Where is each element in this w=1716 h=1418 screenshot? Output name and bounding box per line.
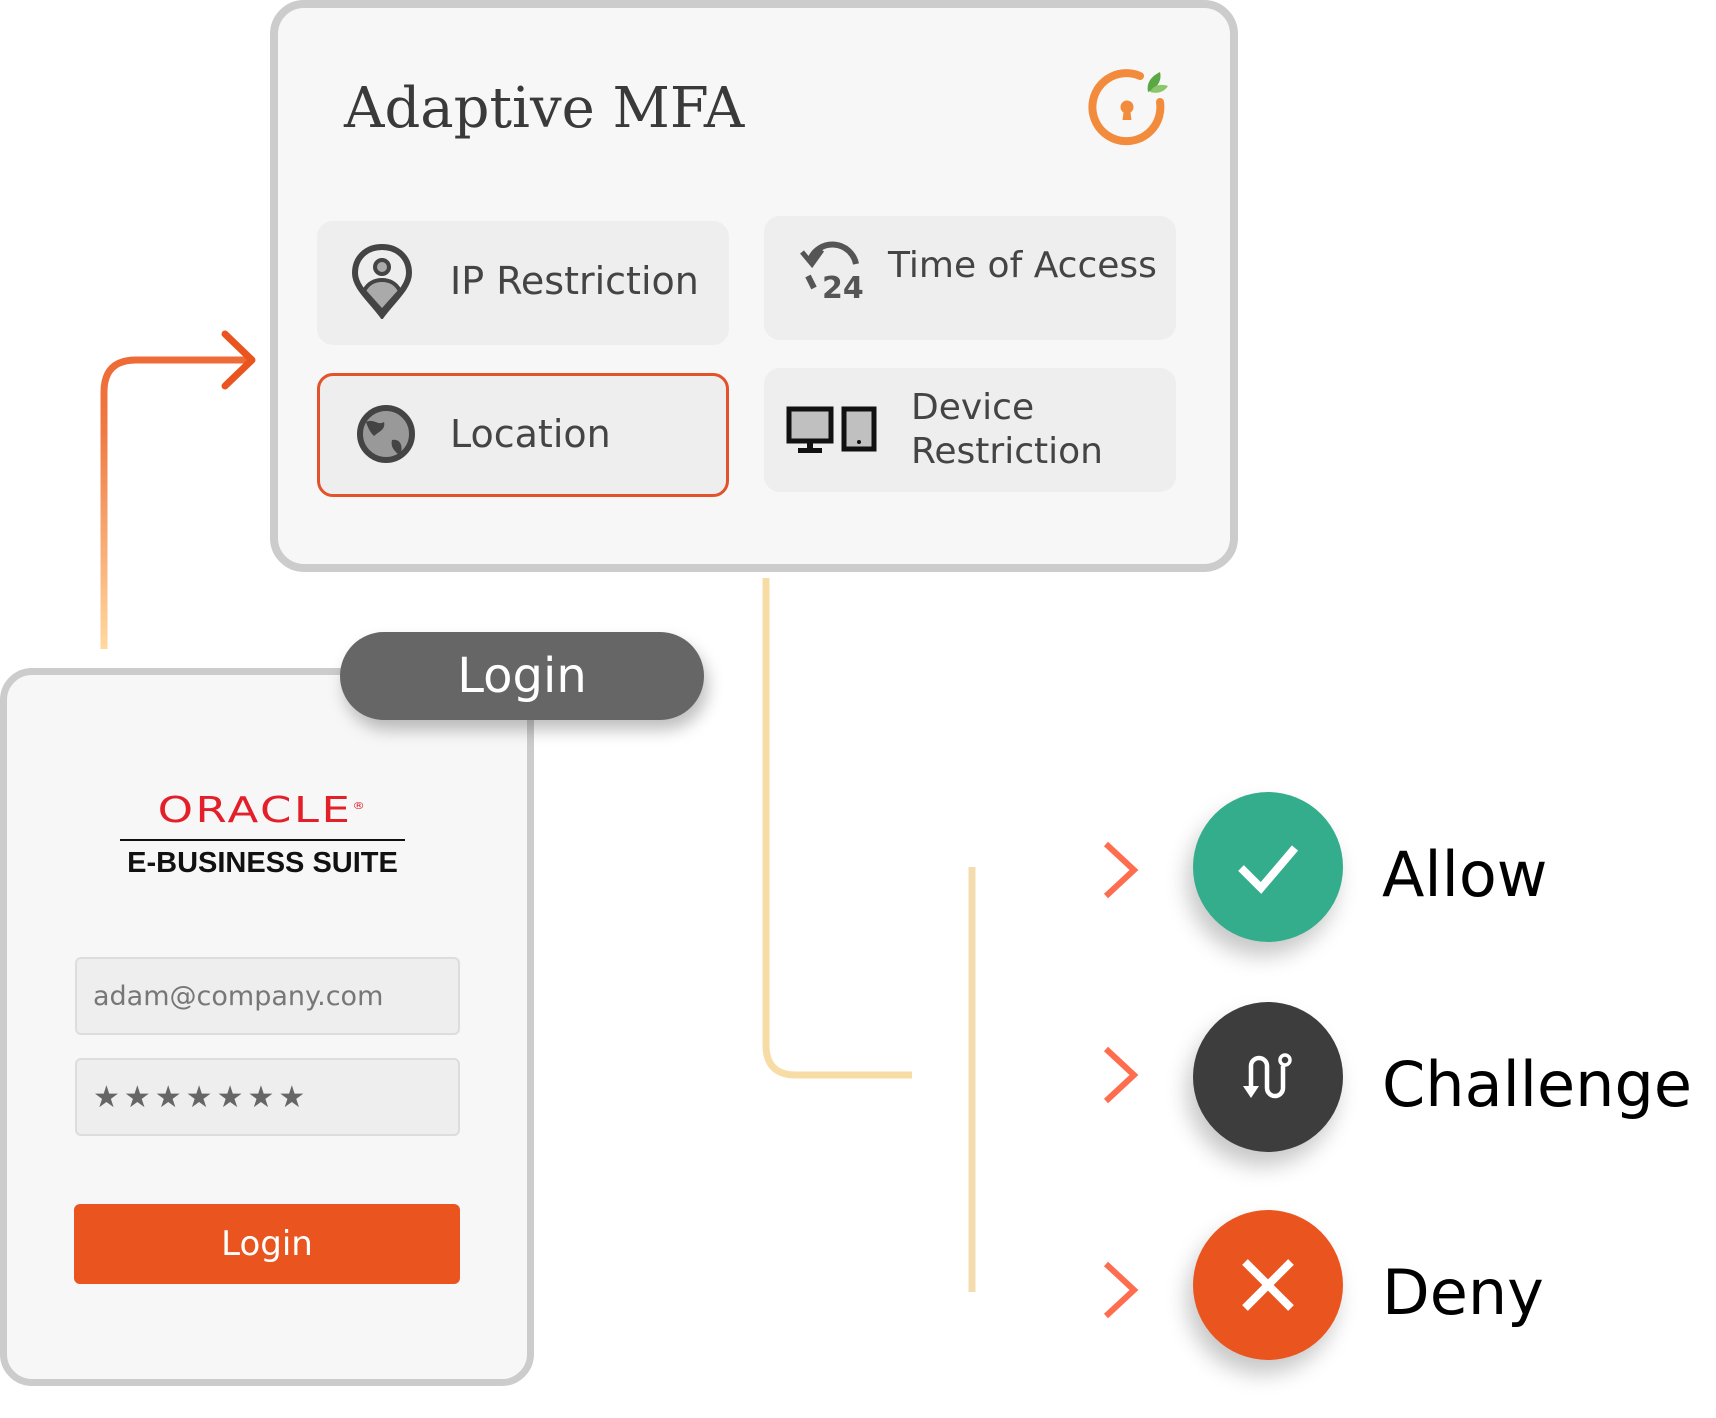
svg-text:24: 24: [822, 271, 864, 300]
deny-badge: [1193, 1210, 1343, 1360]
deny-label: Deny: [1382, 1256, 1544, 1329]
factor-label: Device Restriction: [911, 387, 1103, 472]
x-icon: [1242, 1259, 1294, 1311]
globe-icon: [357, 405, 415, 463]
challenge-badge: [1193, 1002, 1343, 1152]
login-to-mfa-connector: [100, 356, 250, 649]
login-step-badge: Login: [340, 632, 704, 720]
mfa-title: Adaptive MFA: [344, 76, 745, 141]
factor-label: Time of Access: [888, 245, 1157, 286]
factor-device-restriction[interactable]: Device Restriction: [764, 368, 1176, 492]
allow-arrowhead: [1103, 841, 1139, 899]
oracle-ebs-logo: ORACLE® E-BUSINESS SUITE: [120, 789, 405, 879]
adaptive-mfa-card: Adaptive MFA IP Restriction 24 Time of A…: [270, 0, 1238, 572]
oracle-login-card: ORACLE® E-BUSINESS SUITE adam@company.co…: [0, 668, 534, 1386]
deny-arrowhead: [1103, 1261, 1139, 1319]
login-button[interactable]: Login: [74, 1204, 460, 1284]
factor-time-of-access[interactable]: 24 Time of Access: [764, 216, 1176, 340]
login-to-mfa-arrowhead: [221, 330, 256, 390]
clock-24h-icon: 24: [800, 241, 864, 300]
logo-divider: [120, 839, 405, 841]
password-mask: ★★★★★★★: [93, 1079, 310, 1115]
factor-label: IP Restriction: [450, 259, 699, 303]
challenge-label: Challenge: [1382, 1048, 1692, 1121]
route-challenge-icon: [1243, 1053, 1292, 1099]
oracle-brand: ORACLE®: [157, 790, 368, 831]
mfa-to-decision-connector: [762, 578, 912, 1079]
password-input[interactable]: ★★★★★★★: [75, 1058, 460, 1136]
challenge-arrowhead: [1103, 1046, 1139, 1104]
product-name: E-BUSINESS SUITE: [127, 847, 398, 879]
factor-ip-restriction[interactable]: IP Restriction: [317, 221, 729, 345]
email-value: adam@company.com: [93, 980, 384, 1012]
devices-icon: [786, 406, 877, 453]
factor-label: Location: [450, 412, 611, 456]
check-icon: [1238, 845, 1299, 894]
factor-location[interactable]: Location: [317, 373, 729, 497]
keyhole-logo-icon: [1088, 69, 1168, 146]
email-input[interactable]: adam@company.com: [75, 957, 460, 1035]
allow-label: Allow: [1382, 838, 1548, 911]
map-pin-user-icon: [351, 243, 413, 319]
allow-badge: [1193, 792, 1343, 942]
